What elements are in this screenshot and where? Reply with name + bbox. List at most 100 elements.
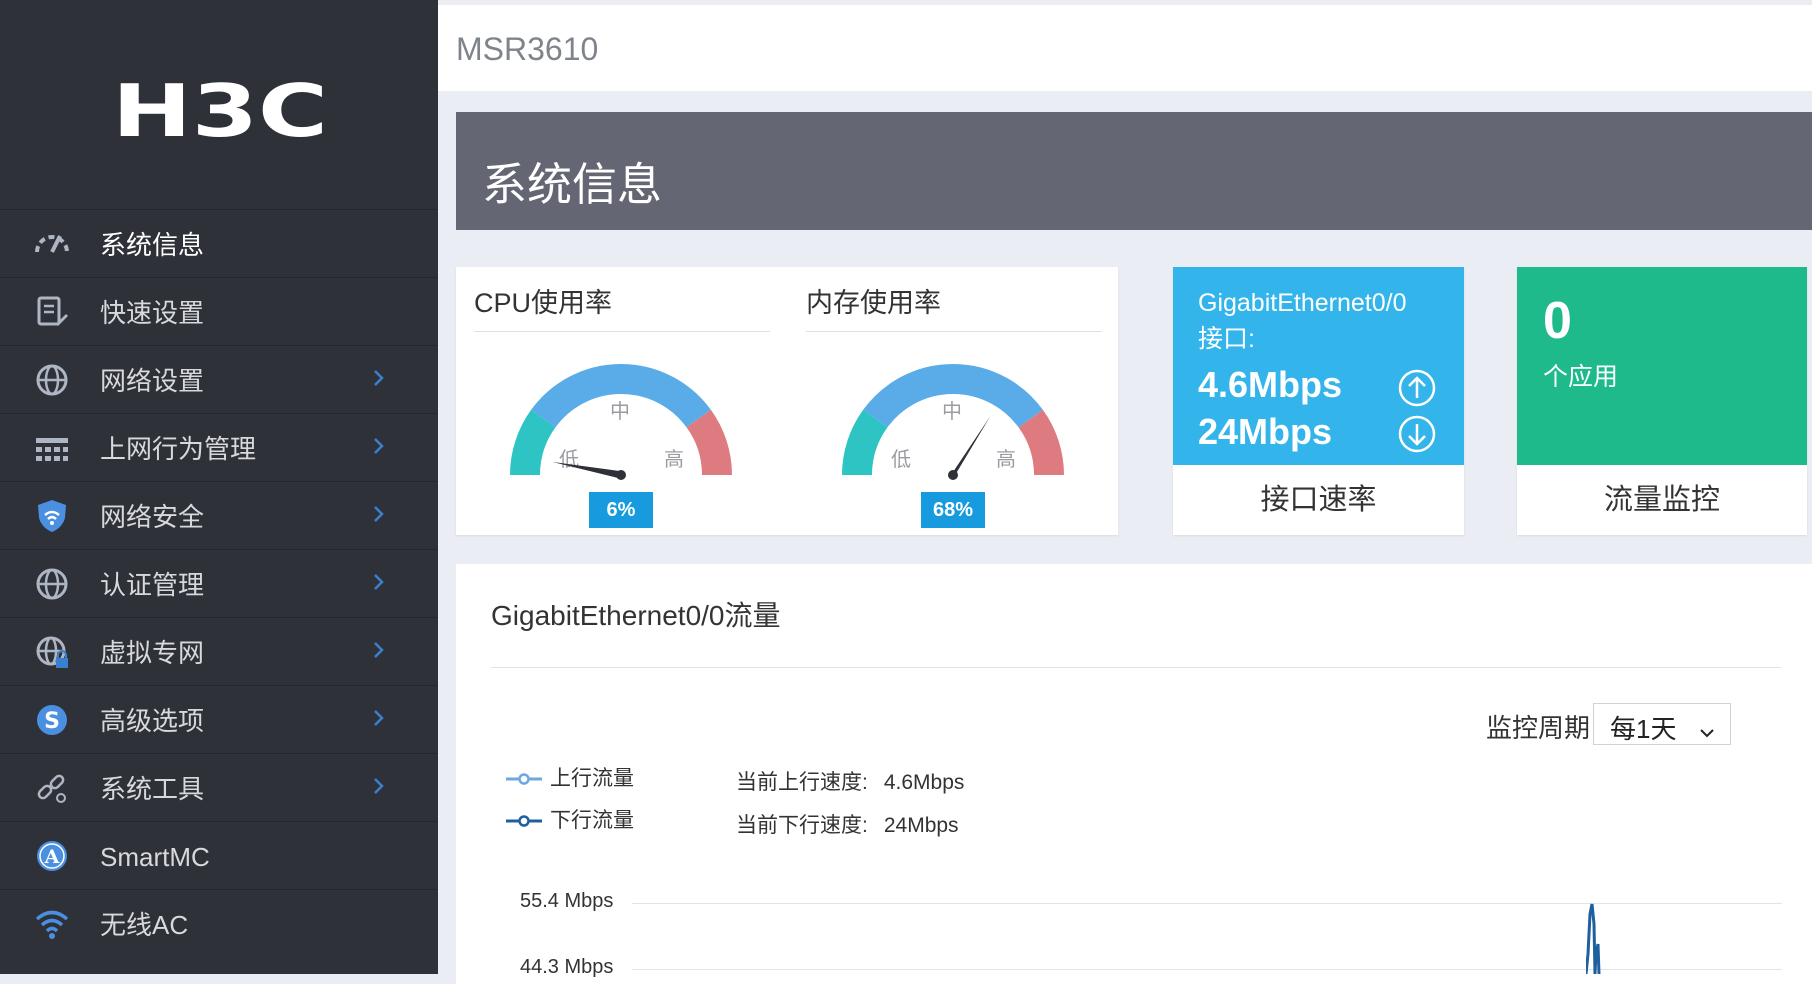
sidebar: H3C 系统信息 快速设置 网络设置 上网行为管理 网络安全 认证管理 虚拟专网… [0,0,438,974]
h3c-logo: H3C [112,69,328,153]
sidebar-item-label: 虚拟专网 [100,638,205,668]
device-name: MSR3610 [456,31,599,67]
sidebar-item-wireless-ac[interactable]: 无线AC [0,889,438,957]
legend-marker-icon [506,815,542,828]
sidebar-item-label: 快速设置 [100,298,205,328]
traffic-spike-series [1586,903,1601,974]
gauge-dial: 中 低 高 [842,364,1064,480]
legend-upload[interactable]: 上行流量 [506,762,634,792]
svg-text:S: S [44,709,60,734]
divider [806,331,1102,332]
memory-usage-badge: 68% [921,492,985,528]
sidebar-item-system-tools[interactable]: 系统工具 [0,753,438,821]
traffic-title: GigabitEthernet0/0流量 [491,600,781,631]
gauge-label-high: 高 [664,447,684,471]
sidebar-item-system-info[interactable]: 系统信息 [0,209,438,277]
gauge-segment-high [1018,409,1064,476]
sidebar-item-vpn[interactable]: 虚拟专网 [0,617,438,685]
sidebar-item-label: 无线AC [100,910,189,940]
sidebar-item-label: 上网行为管理 [100,434,257,464]
header-bar: MSR3610 [438,5,1812,91]
globe-icon [34,566,70,602]
selected-period: 每1天 [1610,714,1677,744]
page-title: 系统信息 [482,159,663,210]
gauge-needle [949,415,991,478]
current-upload-value: 4.6Mbps [883,771,965,794]
interface-rate-card[interactable]: GigabitEthernet0/0 接口: 4.6Mbps 24Mbps 接口… [1173,267,1464,535]
interface-suffix: 接口: [1198,325,1255,353]
gauge-title: 内存使用率 [806,288,941,318]
usage-gauges-card: CPU使用率 中 低 高 6% 内存使用率 中 低 高 68% [456,267,1118,535]
monitor-period-select[interactable]: 每1天 [1593,703,1731,745]
gauge-segment-high [686,409,732,476]
cpu-gauge: CPU使用率 中 低 高 6% [456,267,770,535]
interface-id: GigabitEthernet0/0 [1198,289,1407,317]
current-download: 当前下行速度: 24Mbps [736,809,959,839]
divider [491,667,1781,668]
traffic-monitor-footer: 流量监控 [1603,484,1720,516]
sidebar-item-quick-setup[interactable]: 快速设置 [0,277,438,345]
monitor-period-label: 监控周期 [1486,713,1591,743]
current-download-value: 24Mbps [883,814,959,837]
gauge-pivot [616,470,626,480]
interface-traffic-panel: GigabitEthernet0/0流量 监控周期 每1天 上行流量 下行流量 … [456,564,1812,984]
chevron-right-icon [372,434,386,465]
quick-setup-clipboard-icon [34,294,70,330]
sidebar-item-smartmc[interactable]: A SmartMC [0,821,438,889]
smartmc-a-icon: A [34,838,70,874]
arrow-up-circle-icon [1397,368,1437,413]
traffic-monitor-card[interactable]: 0 个应用 流量监控 [1517,267,1807,535]
memory-gauge: 内存使用率 中 低 高 68% [788,267,1102,535]
sidebar-item-label: 网络安全 [100,502,205,532]
advanced-s-icon: S [34,702,70,738]
chevron-down-icon [1698,716,1716,747]
network-tree-icon [34,430,70,466]
chevron-right-icon [372,502,386,533]
legend-download[interactable]: 下行流量 [506,804,634,834]
page-banner: 系统信息 [456,112,1812,230]
gauge-label-low: 低 [891,447,911,471]
gauge-dial: 中 低 高 [510,364,732,480]
current-upload: 当前上行速度: 4.6Mbps [736,766,964,796]
logo-text: H3C [112,82,328,140]
sidebar-item-network-settings[interactable]: 网络设置 [0,345,438,413]
upload-speed: 4.6Mbps [1198,364,1343,405]
current-upload-label: 当前上行速度: [736,771,868,794]
sidebar-item-network-security[interactable]: 网络安全 [0,481,438,549]
chevron-right-icon [372,570,386,601]
svg-text:A: A [44,846,60,868]
download-speed: 24Mbps [1198,411,1333,452]
chevron-right-icon [372,366,386,397]
sidebar-item-label: SmartMC [100,842,210,872]
sidebar-item-label: 系统工具 [100,774,205,804]
globe-icon [34,362,70,398]
sidebar-item-label: 网络设置 [100,366,205,396]
gauge-segment-low [842,409,888,476]
app-count-unit: 个应用 [1543,363,1619,391]
divider [474,331,770,332]
sidebar-item-auth-management[interactable]: 认证管理 [0,549,438,617]
wifi-icon [34,906,70,942]
gauge-label-high: 高 [996,447,1016,471]
legend-label: 上行流量 [550,767,634,790]
sidebar-item-label: 系统信息 [100,230,205,260]
current-download-label: 当前下行速度: [736,814,868,837]
chevron-right-icon [372,706,386,737]
sidebar-item-behavior-management[interactable]: 上网行为管理 [0,413,438,481]
shield-wifi-icon [34,498,70,534]
globe-lock-icon [34,634,70,670]
gauge-pivot [948,470,958,480]
sidebar-item-label: 高级选项 [100,706,205,736]
sidebar-nav: 系统信息 快速设置 网络设置 上网行为管理 网络安全 认证管理 虚拟专网 S 高… [0,209,438,957]
y-axis-tick: 55.4 Mbps [520,890,614,912]
y-axis-tick: 44.3 Mbps [520,956,614,978]
chevron-right-icon [372,774,386,805]
gauge-label-mid: 中 [942,399,962,423]
chevron-right-icon [372,638,386,669]
cpu-usage-badge: 6% [589,492,653,528]
tools-link-icon [34,770,70,806]
legend-marker-icon [506,773,542,786]
h3c-logo-mark: H3C [112,69,328,153]
sidebar-item-advanced-options[interactable]: S 高级选项 [0,685,438,753]
arrow-down-circle-icon [1397,414,1437,459]
